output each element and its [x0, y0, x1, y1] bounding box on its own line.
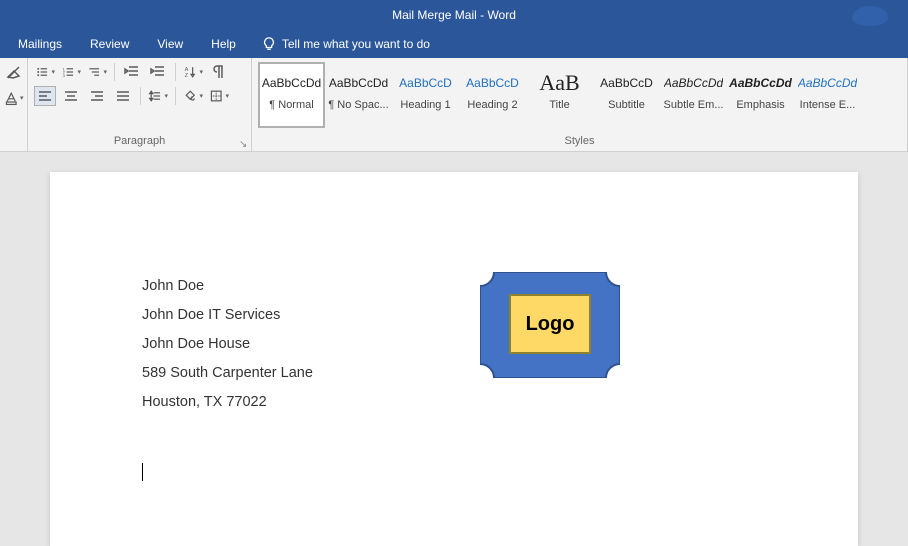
style-item---normal[interactable]: AaBbCcDd¶ Normal — [258, 62, 325, 128]
style-preview: AaBbCcDd — [729, 67, 792, 99]
tell-me-label: Tell me what you want to do — [282, 37, 430, 51]
styles-group-label: Styles — [258, 135, 901, 149]
style-item-heading-1[interactable]: AaBbCcDHeading 1 — [392, 62, 459, 128]
style-preview: AaBbCcDd — [329, 67, 388, 99]
multilevel-list-button[interactable] — [86, 62, 108, 82]
style-preview: AaBbCcD — [466, 67, 519, 99]
logo-text-box[interactable]: Logo — [509, 294, 591, 354]
align-right-button[interactable] — [86, 86, 108, 106]
ribbon: 123 AZ Paragraph ↘ — [0, 58, 908, 152]
style-label: Title — [529, 99, 590, 111]
paragraph-group-label: Paragraph — [34, 135, 245, 149]
style-label: Intense E... — [797, 99, 858, 111]
svg-text:3: 3 — [63, 73, 66, 78]
logo-text: Logo — [526, 313, 575, 336]
style-label: ¶ Normal — [261, 99, 322, 111]
align-center-button[interactable] — [60, 86, 82, 106]
style-preview: AaB — [539, 67, 579, 99]
numbering-button[interactable]: 123 — [60, 62, 82, 82]
increase-indent-button[interactable] — [147, 62, 169, 82]
style-preview: AaBbCcD — [600, 67, 653, 99]
style-item-emphasis[interactable]: AaBbCcDdEmphasis — [727, 62, 794, 128]
style-item-subtitle[interactable]: AaBbCcDSubtitle — [593, 62, 660, 128]
bullets-button[interactable] — [34, 62, 56, 82]
show-marks-button[interactable] — [208, 62, 230, 82]
borders-button[interactable] — [208, 86, 230, 106]
style-label: Emphasis — [730, 99, 791, 111]
line-spacing-button[interactable] — [147, 86, 169, 106]
style-preview: AaBbCcDd — [798, 67, 857, 99]
styles-group: AaBbCcDd¶ NormalAaBbCcDd¶ No Spac...AaBb… — [252, 58, 908, 151]
style-label: ¶ No Spac... — [328, 99, 389, 111]
font-group — [0, 58, 28, 151]
menu-bar: Mailings Review View Help Tell me what y… — [0, 30, 908, 58]
style-item-heading-2[interactable]: AaBbCcDHeading 2 — [459, 62, 526, 128]
clear-formatting-button[interactable] — [3, 62, 25, 82]
decrease-indent-button[interactable] — [121, 62, 143, 82]
style-label: Heading 2 — [462, 99, 523, 111]
paragraph-dialog-launcher[interactable]: ↘ — [239, 139, 249, 149]
logo-shape[interactable]: Logo — [480, 272, 620, 378]
style-item-title[interactable]: AaBTitle — [526, 62, 593, 128]
style-preview: AaBbCcDd — [664, 67, 723, 99]
align-left-button[interactable] — [34, 86, 56, 106]
tab-review[interactable]: Review — [78, 31, 141, 57]
style-label: Subtle Em... — [663, 99, 724, 111]
tab-help[interactable]: Help — [199, 31, 248, 57]
style-item---no-spac---[interactable]: AaBbCcDd¶ No Spac... — [325, 62, 392, 128]
justify-button[interactable] — [112, 86, 134, 106]
lightbulb-icon — [262, 37, 276, 51]
doc-line[interactable]: Houston, TX 77022 — [142, 394, 858, 410]
style-preview: AaBbCcDd — [262, 67, 321, 99]
svg-text:Z: Z — [185, 73, 189, 79]
window-title: Mail Merge Mail - Word — [392, 8, 516, 22]
tab-mailings[interactable]: Mailings — [6, 31, 74, 57]
document-canvas[interactable]: John Doe John Doe IT Services John Doe H… — [0, 152, 908, 546]
style-item-intense-e---[interactable]: AaBbCcDdIntense E... — [794, 62, 861, 128]
style-preview: AaBbCcD — [399, 67, 452, 99]
tell-me-search[interactable]: Tell me what you want to do — [252, 31, 440, 57]
text-cursor — [142, 463, 143, 481]
style-item-subtle-em---[interactable]: AaBbCcDdSubtle Em... — [660, 62, 727, 128]
font-color-button[interactable] — [3, 88, 25, 108]
page[interactable]: John Doe John Doe IT Services John Doe H… — [50, 172, 858, 546]
paragraph-group: 123 AZ Paragraph ↘ — [28, 58, 252, 151]
account-icon[interactable] — [852, 6, 888, 26]
sort-button[interactable]: AZ — [182, 62, 204, 82]
title-bar: Mail Merge Mail - Word — [0, 0, 908, 30]
shading-button[interactable] — [182, 86, 204, 106]
style-label: Subtitle — [596, 99, 657, 111]
tab-view[interactable]: View — [145, 31, 195, 57]
style-label: Heading 1 — [395, 99, 456, 111]
